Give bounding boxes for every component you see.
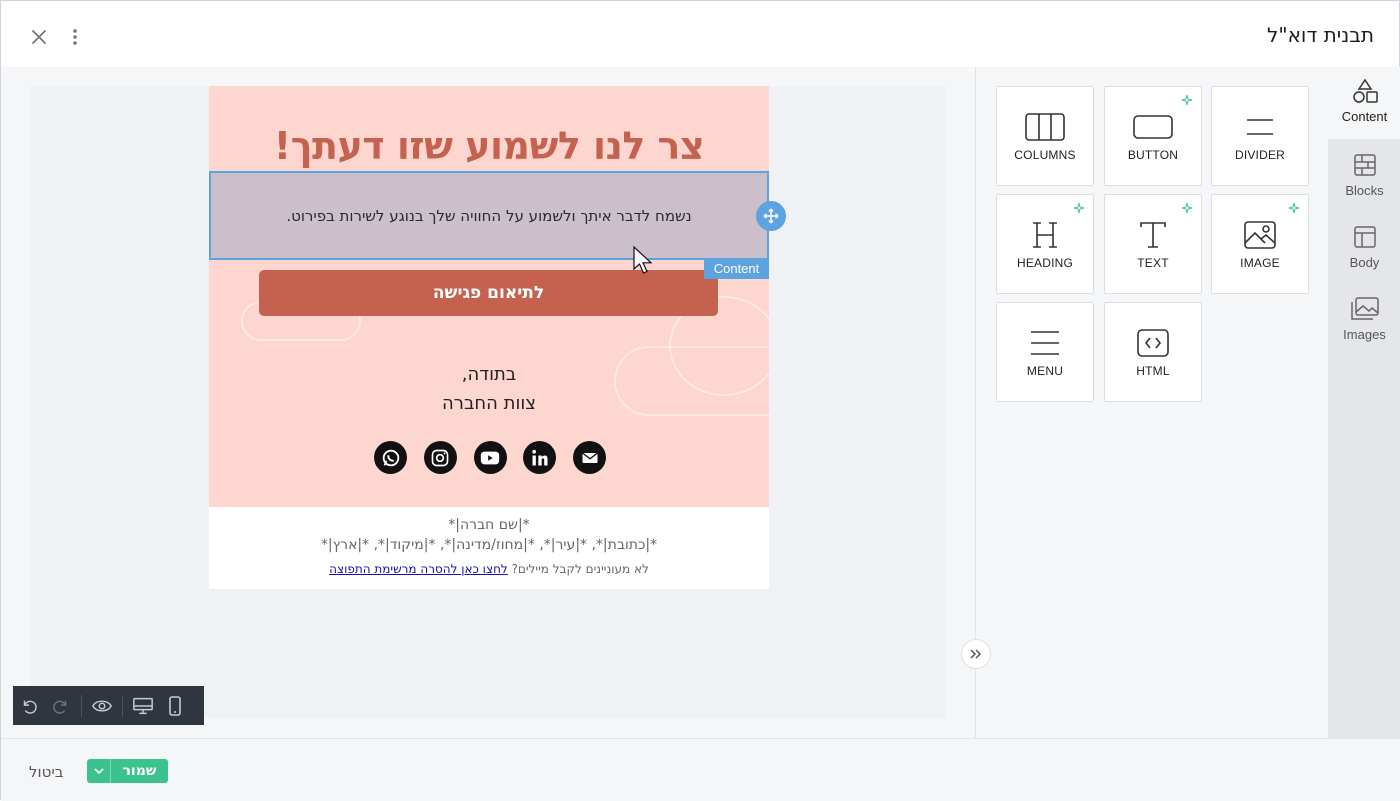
email-icon[interactable] (573, 441, 606, 474)
mobile-icon[interactable] (159, 686, 191, 725)
more-options-icon[interactable] (65, 25, 85, 49)
image-icon (1212, 215, 1308, 255)
email-main-section[interactable]: צר לנו לשמוע שזו דעתך! לתיאום פגישה בתוד… (209, 86, 769, 507)
tile-label: HEADING (1016, 256, 1074, 270)
tab-label: Blocks (1345, 183, 1384, 198)
tile-label: HTML (1136, 364, 1170, 378)
footer-unsubscribe: לא מעוניינים לקבל מיילים? לחצו כאן להסרה… (209, 562, 769, 576)
unsubscribe-prefix: לא מעוניינים לקבל מיילים? (511, 562, 649, 576)
tile-label: DIVIDER (1234, 148, 1286, 162)
email-preview: צר לנו לשמוע שזו דעתך! לתיאום פגישה בתוד… (209, 86, 786, 589)
desktop-icon[interactable] (127, 686, 159, 725)
columns-icon (997, 107, 1093, 147)
tile-label: TEXT (1137, 256, 1169, 270)
text-icon (1105, 215, 1201, 255)
content-block-tag: Content (704, 258, 769, 279)
tab-label: Images (1343, 327, 1386, 342)
editor-toolbar (13, 686, 204, 725)
mouse-cursor-icon (633, 245, 655, 276)
instagram-icon[interactable] (423, 441, 457, 474)
undo-icon[interactable] (13, 686, 45, 725)
panel-tabs: Content Blocks Body Images (1328, 67, 1400, 738)
redo-icon[interactable] (45, 686, 77, 725)
editor-area: צר לנו לשמוע שזו דעתך! לתיאום פגישה בתוד… (1, 67, 976, 738)
images-icon (1328, 295, 1400, 323)
sparkle-icon (1181, 202, 1193, 214)
tab-label: Content (1341, 109, 1388, 124)
sparkle-icon (1288, 202, 1300, 214)
email-canvas: צר לנו לשמוע שזו דעתך! לתיאום פגישה בתוד… (31, 86, 946, 718)
tab-body[interactable]: Body (1328, 213, 1400, 285)
html-icon (1105, 323, 1201, 363)
tile-columns[interactable]: COLUMNS (996, 86, 1094, 186)
content-text[interactable]: נשמח לדבר איתך ולשמוע על החוויה שלך בנוג… (211, 207, 767, 225)
email-heading[interactable]: צר לנו לשמוע שזו דעתך! (209, 124, 769, 168)
youtube-icon[interactable] (473, 441, 507, 474)
divider-icon (1212, 107, 1308, 147)
modal-title: תבנית דוא"ל (1267, 23, 1374, 47)
collapse-panel-icon[interactable] (961, 639, 991, 669)
selected-content-block[interactable]: נשמח לדבר איתך ולשמוע על החוויה שלך בנוג… (209, 171, 769, 260)
tile-label: COLUMNS (1014, 148, 1076, 162)
tab-content[interactable]: Content (1328, 67, 1400, 139)
tab-label: Body (1349, 255, 1380, 270)
email-footer[interactable]: *|שם חברה|* *|כתובת|*, *|עיר|*, *|מחוז/מ… (209, 507, 769, 589)
button-icon (1105, 107, 1201, 147)
sparkle-icon (1073, 202, 1085, 214)
linkedin-icon[interactable] (523, 441, 557, 474)
save-button[interactable]: שמור (87, 759, 168, 783)
heading-icon (997, 215, 1093, 255)
signoff-line: צוות החברה (442, 393, 536, 414)
unsubscribe-link[interactable]: לחצו כאן להסרה מרשימת התפוצה (329, 562, 508, 576)
preview-icon[interactable] (86, 686, 118, 725)
tile-image[interactable]: IMAGE (1211, 194, 1309, 294)
social-icons (374, 441, 606, 475)
footer-address: *|כתובת|*, *|עיר|*, *|מחוז/מדינה|*, *|מי… (320, 537, 658, 553)
toolbar-divider (122, 694, 123, 717)
schedule-meeting-button[interactable]: לתיאום פגישה (259, 270, 718, 316)
modal-header: תבנית דוא"ל (1, 1, 1400, 67)
tile-text[interactable]: TEXT (1104, 194, 1202, 294)
tile-button[interactable]: BUTTON (1104, 86, 1202, 186)
tile-html[interactable]: HTML (1104, 302, 1202, 402)
menu-icon (997, 323, 1093, 363)
sparkle-icon (1181, 94, 1193, 106)
tab-images[interactable]: Images (1328, 285, 1400, 357)
tile-menu[interactable]: MENU (996, 302, 1094, 402)
tile-divider[interactable]: DIVIDER (1211, 86, 1309, 186)
signoff-line: בתודה, (461, 364, 517, 385)
chevron-down-icon[interactable] (87, 759, 111, 783)
shapes-icon (1328, 77, 1400, 105)
email-template-modal: תבנית דוא"ל צר לנו לשמוע שזו דעתך! לתיאו… (0, 0, 1400, 801)
tab-blocks[interactable]: Blocks (1328, 141, 1400, 213)
body-layout-icon (1328, 223, 1400, 251)
whatsapp-icon[interactable] (374, 441, 407, 474)
tile-label: IMAGE (1240, 256, 1280, 270)
modal-footer: ביטול שמור (1, 738, 1400, 801)
tile-label: MENU (1026, 364, 1064, 378)
footer-company: *|שם חברה|* (448, 517, 530, 533)
tile-label: BUTTON (1127, 148, 1179, 162)
close-icon[interactable] (27, 25, 51, 49)
signoff[interactable]: בתודה, צוות החברה (209, 360, 769, 418)
blocks-icon (1328, 151, 1400, 179)
toolbar-divider (81, 694, 82, 717)
content-panel: COLUMNS BUTTON DIVIDER HEADING TEXT IMAG… (976, 67, 1328, 738)
cancel-button[interactable]: ביטול (29, 763, 63, 781)
save-label: שמור (122, 763, 157, 779)
move-handle-icon[interactable] (756, 201, 786, 231)
tile-heading[interactable]: HEADING (996, 194, 1094, 294)
